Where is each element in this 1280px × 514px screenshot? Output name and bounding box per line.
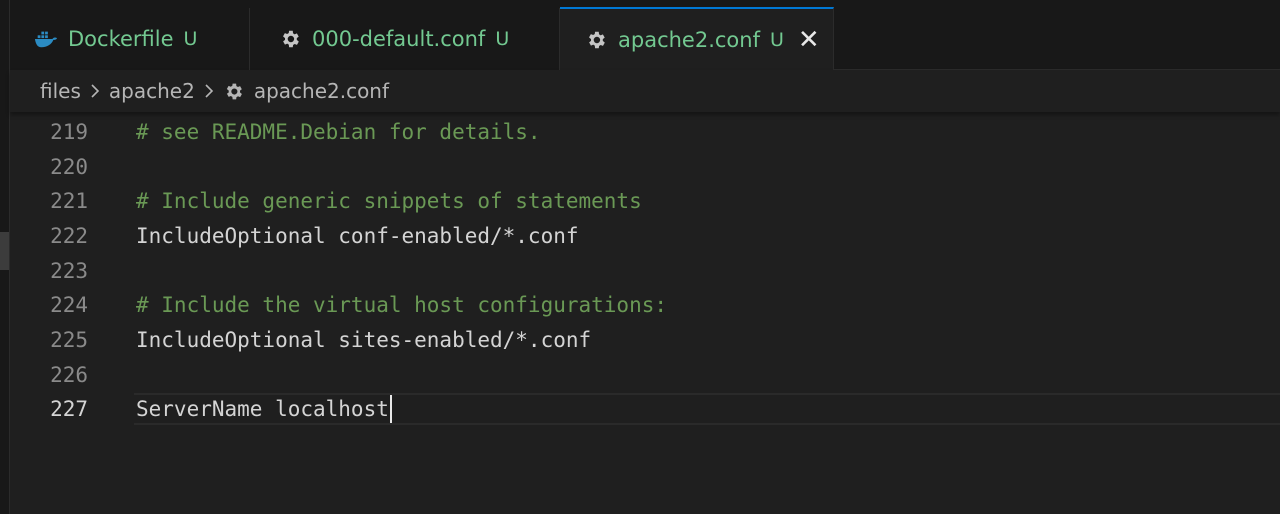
code-line[interactable]: 224 # Include the virtual host configura… [10,288,1280,322]
tab-label: apache2.conf [618,27,760,52]
line-text: # see README.Debian for details. [136,120,541,144]
line-number: 219 [50,120,88,144]
breadcrumb-item-files[interactable]: files [40,79,81,103]
breadcrumb-item-apache2-conf[interactable]: apache2.conf [254,79,389,103]
tab-label: 000-default.conf [312,27,486,51]
line-text: IncludeOptional conf-enabled/*.conf [136,224,579,248]
code-line[interactable]: 222 IncludeOptional conf-enabled/*.conf [10,219,1280,253]
breadcrumb-item-apache2[interactable]: apache2 [109,79,195,103]
untracked-badge: U [183,28,198,50]
line-text: ServerName localhost [136,397,389,421]
code-line[interactable]: 225 IncludeOptional sites-enabled/*.conf [10,323,1280,357]
tab-apache2-conf[interactable]: apache2.conf U ✕ [560,7,834,70]
line-number: 222 [50,224,88,248]
chevron-right-icon [90,83,100,99]
code-line[interactable]: 223 [10,254,1280,288]
code-line[interactable]: 226 [10,358,1280,392]
line-text-wrapper: ServerName localhost [136,395,392,423]
text-cursor [389,395,392,423]
line-number: 221 [50,189,88,213]
line-text: IncludeOptional sites-enabled/*.conf [136,328,592,352]
line-number: 227 [50,397,88,421]
tab-dockerfile[interactable]: Dockerfile U [10,8,250,70]
gutter-marker [0,232,9,270]
docker-whale-icon [34,27,58,51]
line-number: 224 [50,293,88,317]
breadcrumb: files apache2 apache2.conf [10,70,1280,112]
tab-bar: Dockerfile U 000-default.conf U apache2.… [10,0,1280,70]
gear-icon [278,27,302,51]
code-line[interactable]: 220 [10,150,1280,184]
tab-label: Dockerfile [68,27,174,51]
line-number: 223 [50,259,88,283]
chevron-right-icon [204,83,214,99]
tab-000-default-conf[interactable]: 000-default.conf U [250,8,560,70]
code-editor[interactable]: 219 # see README.Debian for details. 220… [10,112,1280,514]
code-line[interactable]: 219 # see README.Debian for details. [10,115,1280,149]
line-text: # Include the virtual host configuration… [136,293,668,317]
line-number: 226 [50,363,88,387]
untracked-badge: U [495,28,510,50]
close-icon[interactable]: ✕ [798,27,820,53]
code-line[interactable]: 221 # Include generic snippets of statem… [10,184,1280,218]
line-number: 225 [50,328,88,352]
line-text: # Include generic snippets of statements [136,189,642,213]
activity-strip [0,0,10,514]
line-number: 220 [50,155,88,179]
untracked-badge: U [769,28,784,51]
code-line-current[interactable]: 227 ServerName localhost [10,392,1280,426]
gear-icon [584,28,608,52]
gear-icon [223,81,244,102]
